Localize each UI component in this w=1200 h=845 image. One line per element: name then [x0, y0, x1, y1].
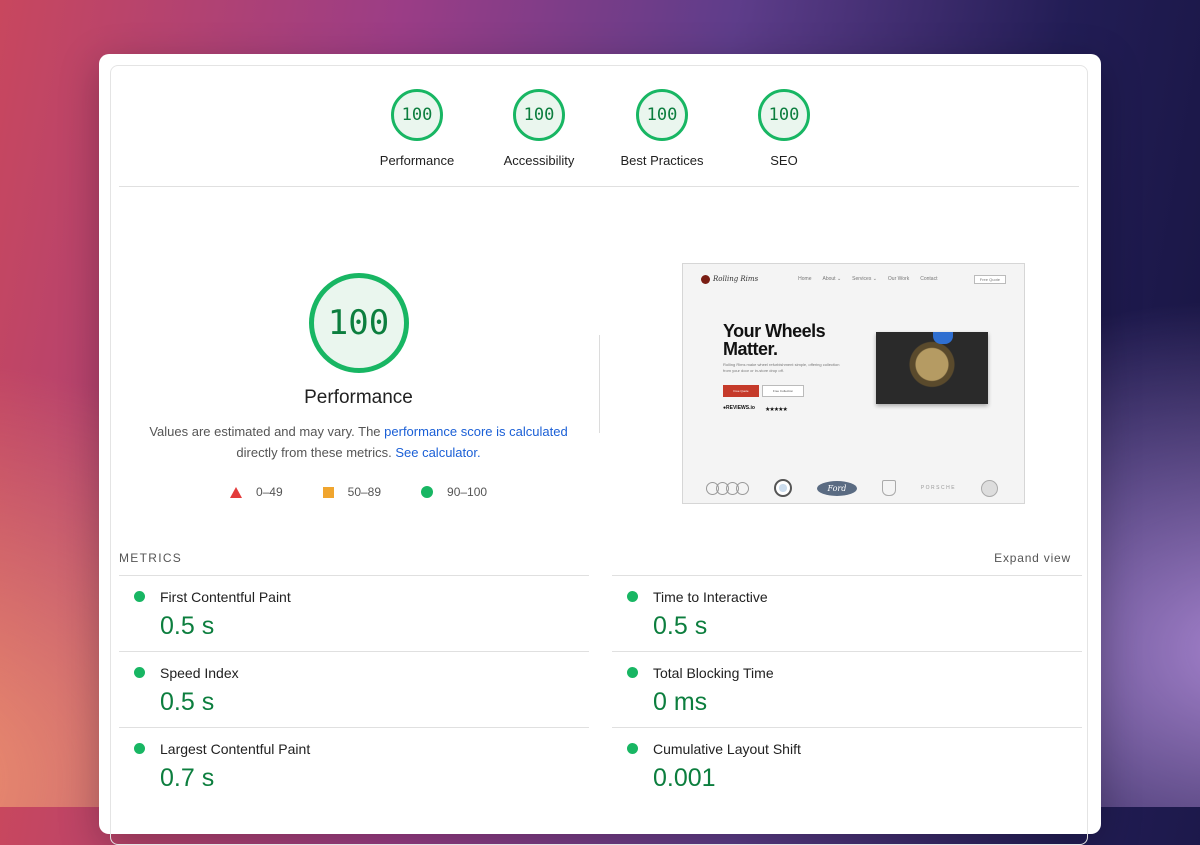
- nav-link: Our Work: [887, 276, 910, 282]
- metric-cumulative-layout-shift: Cumulative Layout Shift 0.001: [612, 727, 1082, 803]
- nav-link: Services ⌄: [852, 276, 877, 282]
- score-gauges: 100 Performance 100 Accessibility 100 Be…: [111, 89, 1087, 179]
- average-square-icon: [322, 486, 334, 498]
- legend-label: 0–49: [255, 485, 283, 499]
- hero-line: Your Wheels: [723, 321, 826, 341]
- see-calculator-link[interactable]: See calculator.: [395, 445, 480, 460]
- report-card: 100 Performance 100 Accessibility 100 Be…: [99, 54, 1101, 845]
- gauge-ring: 100: [391, 89, 443, 141]
- fail-triangle-icon: [229, 486, 242, 498]
- lamborghini-logo-icon: [881, 480, 896, 496]
- score-legend: 0–49 50–89 90–100: [131, 485, 586, 499]
- metrics-column-left: First Contentful Paint 0.5 s Speed Index…: [119, 575, 589, 803]
- hero-paragraph: Rolling Rims make wheel refurbishment si…: [723, 362, 840, 373]
- metric-value: 0.7 s: [160, 764, 215, 792]
- nav-link: About ⌄: [822, 276, 842, 282]
- gauge-label: Accessibility: [503, 153, 575, 168]
- pass-circle-icon: [134, 591, 145, 602]
- nav-link: Contact: [920, 276, 938, 282]
- legend-pass: 90–100: [421, 485, 487, 499]
- bmw-logo-icon: [773, 479, 792, 497]
- performance-title: Performance: [304, 387, 413, 408]
- metric-value: 0.5 s: [160, 688, 215, 716]
- gauge-accessibility[interactable]: 100 Accessibility: [474, 89, 604, 168]
- metric-name: First Contentful Paint: [160, 589, 291, 605]
- legend-label: 90–100: [447, 485, 488, 499]
- performance-gauge: 100: [308, 273, 409, 373]
- gauge-ring: 100: [636, 89, 688, 141]
- brand-logos: Ford PORSCHE: [706, 479, 998, 497]
- gauge-ring: 100: [758, 89, 810, 141]
- pass-circle-icon: [421, 486, 434, 498]
- metric-time-to-interactive: Time to Interactive 0.5 s: [612, 575, 1082, 651]
- site-nav: Rolling Rims Home About ⌄ Services ⌄ Our…: [701, 273, 1006, 285]
- gauge-seo[interactable]: 100 SEO: [719, 89, 849, 168]
- site-quote-button: Free Quote: [973, 274, 1006, 284]
- audi-logo-icon: [706, 481, 749, 495]
- pass-circle-icon: [627, 667, 638, 678]
- hero-wheel-image: [876, 332, 988, 404]
- expand-view-toggle[interactable]: Expand view: [994, 551, 1071, 565]
- glove-image: [933, 332, 953, 344]
- logo-icon: [701, 274, 710, 284]
- site-logo: Rolling Rims: [713, 275, 759, 283]
- metric-value: 0.5 s: [653, 612, 708, 640]
- hero-primary-button: Free Quote: [723, 385, 759, 397]
- porsche-logo: PORSCHE: [920, 485, 957, 491]
- score-calculated-link[interactable]: performance score is calculated: [384, 424, 568, 439]
- metric-value: 0.5 s: [160, 612, 215, 640]
- final-screenshot[interactable]: Rolling Rims Home About ⌄ Services ⌄ Our…: [682, 263, 1025, 504]
- pass-circle-icon: [627, 591, 638, 602]
- hero-headline: Your Wheels Matter.: [723, 321, 826, 359]
- description-text: directly from these metrics.: [236, 445, 396, 460]
- description-text: Values are estimated and may vary. The: [149, 424, 385, 439]
- performance-summary: 100 Performance Values are estimated and…: [131, 273, 586, 499]
- metrics-heading: METRICS: [119, 551, 183, 565]
- pass-circle-icon: [134, 667, 145, 678]
- legend-label: 50–89: [347, 485, 382, 499]
- hero-line: Matter.: [723, 339, 778, 359]
- metric-name: Total Blocking Time: [653, 665, 774, 681]
- metric-name: Largest Contentful Paint: [160, 741, 311, 757]
- site-nav-links: Home About ⌄ Services ⌄ Our Work Contact: [798, 276, 937, 282]
- vertical-divider: [599, 335, 600, 433]
- gauge-label: Performance: [379, 153, 455, 168]
- metric-name: Time to Interactive: [653, 589, 768, 605]
- hero-secondary-button: Free Collection: [762, 385, 804, 397]
- gauge-ring: 100: [513, 89, 565, 141]
- vw-logo-icon: [981, 479, 998, 497]
- gauge-label: Best Practices: [620, 153, 704, 168]
- legend-average: 50–89: [322, 485, 382, 499]
- pass-circle-icon: [134, 743, 145, 754]
- metric-name: Cumulative Layout Shift: [653, 741, 801, 757]
- pass-circle-icon: [627, 743, 638, 754]
- ford-logo-icon: Ford: [816, 480, 857, 496]
- performance-description: Values are estimated and may vary. The p…: [131, 421, 586, 463]
- metric-speed-index: Speed Index 0.5 s: [119, 651, 589, 727]
- gauge-performance[interactable]: 100 Performance: [352, 89, 482, 168]
- legend-fail: 0–49: [229, 485, 283, 499]
- metric-largest-contentful-paint: Largest Contentful Paint 0.7 s: [119, 727, 589, 803]
- gauge-label: SEO: [770, 153, 798, 168]
- review-stars: ★★★★★: [765, 407, 788, 413]
- metric-first-contentful-paint: First Contentful Paint 0.5 s: [119, 575, 589, 651]
- gauge-best-practices[interactable]: 100 Best Practices: [597, 89, 727, 168]
- metric-value: 0 ms: [653, 688, 708, 716]
- reviews-logo: ●REVIEWS.io: [723, 405, 755, 411]
- metric-total-blocking-time: Total Blocking Time 0 ms: [612, 651, 1082, 727]
- metric-name: Speed Index: [160, 665, 239, 681]
- metrics-column-right: Time to Interactive 0.5 s Total Blocking…: [612, 575, 1082, 803]
- metric-value: 0.001: [653, 764, 716, 792]
- divider: [119, 186, 1079, 187]
- nav-link: Home: [798, 276, 812, 282]
- report-panel: 100 Performance 100 Accessibility 100 Be…: [110, 65, 1088, 845]
